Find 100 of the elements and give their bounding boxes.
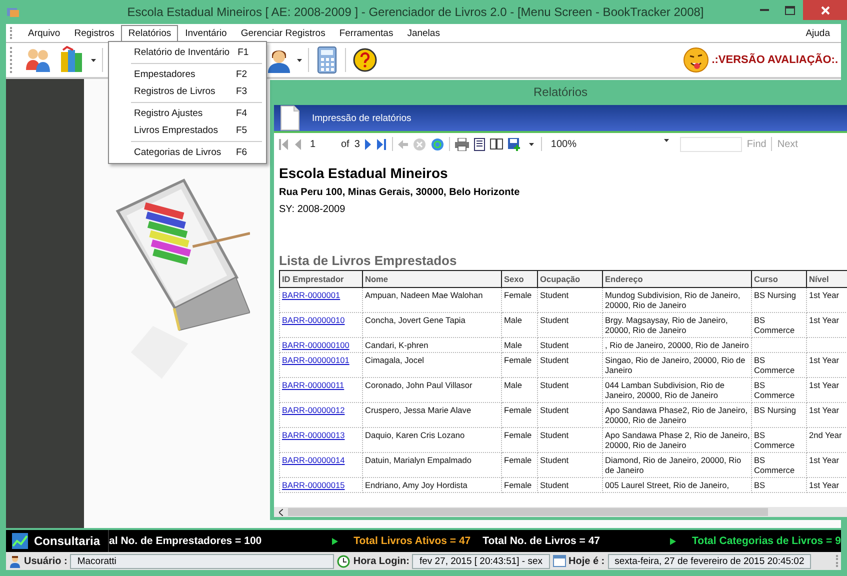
column-header: Ocupação bbox=[538, 270, 602, 288]
clock-icon bbox=[337, 554, 350, 568]
table-cell: Concha, Jovert Gene Tapia bbox=[362, 312, 502, 338]
status-label: Hoje é : bbox=[568, 556, 605, 566]
last-page-icon[interactable] bbox=[376, 138, 387, 150]
grip-handle[interactable] bbox=[10, 47, 15, 73]
scrollbar-thumb[interactable] bbox=[288, 508, 768, 516]
chart-icon bbox=[12, 533, 28, 549]
table-cell: Female bbox=[502, 288, 538, 312]
table-cell: Ampuan, Nadeen Mae Walohan bbox=[362, 288, 502, 312]
status-label: Hora Login: bbox=[353, 556, 410, 566]
menu-option[interactable]: Categorias de Livros F6 bbox=[109, 144, 266, 161]
status-field: fev 27, 2015 [ 20:43:51] - sex bbox=[412, 554, 550, 568]
menu-option[interactable]: Relatório de Inventário F1 bbox=[109, 44, 266, 61]
ticker-label: Consultaria bbox=[34, 534, 100, 548]
table-cell: , Rio de Janeiro, 20000, Rio de Janeiro bbox=[602, 338, 752, 352]
school-name: Escola Estadual Mineiros bbox=[279, 165, 449, 181]
table-cell: BS Commerce bbox=[752, 452, 806, 478]
table-cell: Female bbox=[502, 452, 538, 478]
status-field: sexta-feira, 27 de fevereiro de 2015 20:45:02 bbox=[608, 554, 812, 568]
find-field[interactable] bbox=[680, 136, 742, 152]
smiley-icon bbox=[682, 47, 709, 73]
evaluation-label: .:VERSÃO AVALIAÇÃO:. bbox=[712, 54, 838, 66]
horizontal-scrollbar[interactable] bbox=[274, 507, 847, 517]
table-cell: BS bbox=[752, 478, 806, 492]
table-cell: Student bbox=[538, 452, 602, 478]
table-cell: 044 Lamban Subdivision, Rio de Janeiro, 20000, Rio de Janeiro bbox=[602, 378, 752, 402]
save-icon[interactable] bbox=[508, 138, 522, 150]
arrow-icon bbox=[332, 538, 338, 544]
column-header: Endereço bbox=[602, 270, 752, 288]
page-layout-icon[interactable] bbox=[474, 138, 485, 150]
menu-item[interactable]: Gerenciar Registros bbox=[234, 24, 332, 42]
menu-option[interactable]: Registros de Livros F3 bbox=[109, 83, 266, 100]
menu-item[interactable]: Inventário bbox=[178, 24, 234, 42]
table-cell: Student bbox=[538, 338, 602, 352]
table-cell: Daquio, Karen Cris Lozano bbox=[362, 428, 502, 452]
next-page-icon[interactable] bbox=[364, 138, 372, 150]
table-cell: Female bbox=[502, 402, 538, 428]
refresh-icon[interactable] bbox=[430, 138, 444, 150]
caret-icon[interactable] bbox=[664, 138, 669, 142]
table-cell: Candari, K-phren bbox=[362, 338, 502, 352]
menu-option[interactable]: Empestadores F2 bbox=[109, 66, 266, 83]
table-cell: Cruspero, Jessa Marie Alave bbox=[362, 402, 502, 428]
table-cell: Female bbox=[502, 478, 538, 492]
table-cell: Male bbox=[502, 338, 538, 352]
table-cell: Student bbox=[538, 312, 602, 338]
close-button[interactable] bbox=[803, 0, 847, 20]
caret-icon[interactable] bbox=[91, 58, 96, 62]
caret-icon[interactable] bbox=[297, 58, 302, 62]
column-header: Sexo bbox=[502, 270, 538, 288]
report-window-title: Relatórios bbox=[532, 84, 589, 101]
column-header: Curso bbox=[752, 270, 806, 288]
column-header: Nome bbox=[362, 270, 502, 288]
ticker-text: Total No. de Livros = 47 bbox=[482, 535, 600, 547]
table-cell: Endriano, Amy Joy Hordista bbox=[362, 478, 502, 492]
report-title: Lista de Livros Emprestados bbox=[279, 253, 458, 268]
table-cell: Coronado, John Paul Villasor bbox=[362, 378, 502, 402]
table-cell: BS Commerce bbox=[752, 428, 806, 452]
menu-item[interactable]: Arquivo bbox=[21, 24, 68, 42]
total-pages-label: 3 bbox=[354, 138, 360, 150]
table-cell: BS Nursing bbox=[752, 402, 806, 428]
print-icon[interactable] bbox=[454, 138, 469, 150]
app-icon bbox=[6, 6, 20, 18]
menu-item[interactable]: Ferramentas bbox=[332, 24, 400, 42]
scroll-left-icon[interactable] bbox=[279, 508, 283, 516]
ticker-text: al No. de Emprestadores = 100 bbox=[109, 535, 262, 547]
table-cell: Male bbox=[502, 378, 538, 402]
maximize-icon bbox=[785, 6, 795, 14]
school-year: SY: 2008-2009 bbox=[279, 204, 346, 215]
table-cell: Apo Sandawa Phase 2, Rio de Janeiro, 20000, Rio de Janeiro bbox=[602, 428, 752, 452]
menu-option[interactable]: Livros Emprestados F5 bbox=[109, 122, 266, 139]
grip-handle[interactable] bbox=[10, 27, 15, 39]
column-header: Nível bbox=[806, 270, 847, 288]
table-cell: Student bbox=[538, 478, 602, 492]
menu-item[interactable]: Registros bbox=[67, 24, 122, 42]
table-cell: Brgy. Magsaysay, Rio de Janeiro, 20000, Rio de Janeiro bbox=[602, 312, 752, 338]
table-cell: Male bbox=[502, 312, 538, 338]
zoom-dropdown[interactable]: 100% bbox=[546, 138, 675, 150]
table-cell: 005 Laurel Street, Rio de Janeiro, bbox=[602, 478, 752, 492]
status-label: Usuário : bbox=[24, 556, 68, 566]
school-address: Rua Peru 100, Minas Gerais, 30000, Belo Horizonte bbox=[279, 187, 521, 198]
table-cell: Mundog Subdivision, Rio de Janeiro, 20000, Rio de Janeiro bbox=[602, 288, 752, 312]
close-icon bbox=[820, 6, 830, 14]
table-cell: Female bbox=[502, 352, 538, 378]
column-header: ID Emprestador bbox=[280, 270, 362, 288]
menu-item[interactable]: Ajuda bbox=[798, 24, 837, 42]
minimize-icon bbox=[760, 9, 768, 11]
table-cell: BS Commerce bbox=[752, 352, 806, 378]
table-cell: Singao, Rio de Janeiro, 20000, Rio de Janeiro bbox=[602, 352, 752, 378]
book-icon[interactable] bbox=[490, 138, 503, 150]
menu-item[interactable]: Janelas bbox=[400, 24, 447, 42]
menu-item[interactable]: Relatórios bbox=[121, 24, 178, 42]
table-cell: BS Nursing bbox=[752, 288, 806, 312]
table-cell: Student bbox=[538, 402, 602, 428]
user-icon bbox=[9, 554, 21, 568]
caret-icon[interactable] bbox=[528, 142, 534, 146]
ticker-text: Total Categorias de Livros = 9 bbox=[692, 535, 841, 547]
table-cell: Student bbox=[538, 428, 602, 452]
table-cell: Student bbox=[538, 352, 602, 378]
menu-option[interactable]: Registro Ajustes F4 bbox=[109, 105, 266, 122]
